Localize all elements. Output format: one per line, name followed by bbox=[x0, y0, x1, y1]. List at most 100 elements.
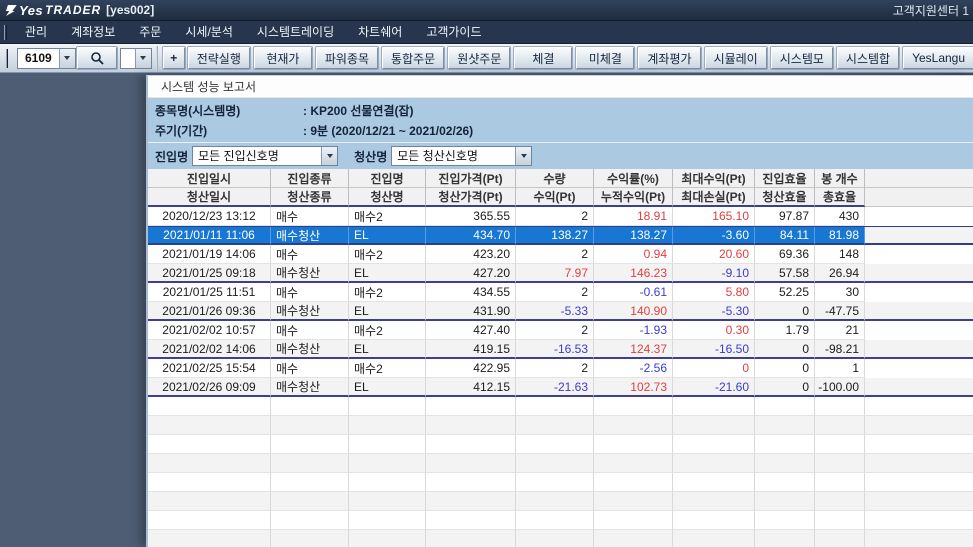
trade-cell: 30 bbox=[815, 283, 865, 302]
dropdown-arrow-icon[interactable] bbox=[135, 49, 151, 68]
add-button[interactable]: + bbox=[163, 47, 185, 69]
empty-cell bbox=[594, 492, 673, 511]
trade-cell: EL bbox=[349, 227, 426, 245]
row-filler bbox=[865, 416, 973, 435]
trade-row[interactable]: 2021/02/02 14:06매수청산EL419.15-16.53124.37… bbox=[148, 340, 973, 359]
column-header: 진입가격(Pt) bbox=[426, 169, 516, 188]
trade-row[interactable]: 2021/01/26 09:36매수청산EL431.90-5.33140.90-… bbox=[148, 302, 973, 321]
row-filler bbox=[865, 359, 973, 378]
empty-cell bbox=[426, 473, 516, 492]
trade-cell: 365.55 bbox=[426, 207, 516, 226]
trade-row[interactable]: 2021/01/11 11:06매수청산EL434.70138.27138.27… bbox=[148, 226, 973, 245]
empty-cell bbox=[673, 473, 755, 492]
account-label: [yes002] bbox=[106, 3, 154, 17]
trade-cell: 165.10 bbox=[673, 207, 755, 226]
row-filler bbox=[865, 227, 973, 245]
toolbar-button[interactable]: 시뮬레이 bbox=[705, 47, 767, 69]
trade-cell: -21.60 bbox=[673, 378, 755, 397]
empty-cell bbox=[594, 454, 673, 473]
empty-cell bbox=[815, 435, 865, 454]
menubar: 관리계좌정보주문시세/분석시스템트레이딩차트쉐어고객가이드 bbox=[0, 21, 973, 44]
trade-cell: 148 bbox=[815, 245, 865, 264]
trade-cell: 81.98 bbox=[815, 227, 865, 245]
app-screen: Yes TRADER [yes002] 고객지원센터 1 관리계좌정보주문시세/… bbox=[0, 0, 973, 547]
exit-signal-select[interactable]: 모든 청산신호명 bbox=[391, 146, 532, 166]
menu-item[interactable]: 관리 bbox=[13, 21, 59, 44]
row-filler bbox=[865, 245, 973, 264]
trade-row[interactable]: 2020/12/23 13:12매수매수2365.55218.91165.109… bbox=[148, 207, 973, 226]
empty-cell bbox=[426, 435, 516, 454]
window-title: 시스템 성능 보고서 bbox=[148, 76, 973, 98]
dropdown-arrow-icon[interactable] bbox=[321, 147, 337, 165]
trade-cell: 2021/01/25 09:18 bbox=[148, 264, 271, 283]
toolbar-button[interactable]: 통합주문 bbox=[382, 47, 444, 69]
trade-row[interactable]: 2021/02/25 15:54매수매수2422.952-2.56001 bbox=[148, 359, 973, 378]
trade-cell: 매수 bbox=[271, 207, 349, 226]
toolbar-grip[interactable] bbox=[6, 49, 8, 68]
empty-cell bbox=[426, 416, 516, 435]
toolbar-button[interactable]: 체결 bbox=[514, 47, 572, 69]
empty-cell bbox=[673, 454, 755, 473]
trade-row[interactable]: 2021/02/02 10:57매수매수2427.402-1.930.301.7… bbox=[148, 321, 973, 340]
toolbar-button[interactable]: 계좌평가 bbox=[638, 47, 700, 69]
search-button[interactable] bbox=[77, 47, 117, 69]
row-filler bbox=[865, 492, 973, 511]
trade-cell: 69.36 bbox=[755, 245, 815, 264]
symbol-search-combo[interactable] bbox=[120, 48, 152, 69]
menu-item[interactable]: 계좌정보 bbox=[59, 21, 127, 44]
menubar-grip[interactable] bbox=[4, 25, 7, 40]
header-filler bbox=[865, 188, 973, 207]
column-header: 청산일시 bbox=[148, 188, 271, 207]
column-header: 진입일시 bbox=[148, 169, 271, 188]
menu-item[interactable]: 주문 bbox=[127, 21, 173, 44]
entry-signal-select[interactable]: 모든 진입신호명 bbox=[192, 146, 338, 166]
empty-cell bbox=[594, 530, 673, 547]
row-filler bbox=[865, 283, 973, 302]
toolbar-button[interactable]: 현재가 bbox=[254, 47, 312, 69]
empty-cell bbox=[815, 416, 865, 435]
trade-cell: -16.53 bbox=[516, 340, 594, 359]
empty-cell bbox=[755, 473, 815, 492]
screen-number-combo[interactable]: 6109 bbox=[17, 48, 76, 69]
empty-cell bbox=[148, 511, 271, 530]
menu-item[interactable]: 시세/분석 bbox=[173, 21, 245, 44]
trade-row[interactable]: 2021/01/19 14:06매수매수2423.2020.9420.6069.… bbox=[148, 245, 973, 264]
menu-item[interactable]: 시스템트레이딩 bbox=[245, 21, 346, 44]
trade-cell: 430 bbox=[815, 207, 865, 226]
empty-cell bbox=[349, 511, 426, 530]
column-header: 수량 bbox=[516, 169, 594, 188]
empty-cell bbox=[148, 454, 271, 473]
trade-cell: 0 bbox=[755, 378, 815, 397]
trade-cell: 138.27 bbox=[594, 227, 673, 245]
row-filler bbox=[865, 473, 973, 492]
trade-row[interactable]: 2021/01/25 09:18매수청산EL427.207.97146.23-9… bbox=[148, 264, 973, 283]
toolbar-button[interactable]: YesLangu bbox=[903, 47, 973, 69]
row-filler bbox=[865, 511, 973, 530]
toolbar-button[interactable]: 미체결 bbox=[576, 47, 634, 69]
trade-cell: 2021/01/25 11:51 bbox=[148, 283, 271, 302]
toolbar-button[interactable]: 파워종목 bbox=[316, 47, 378, 69]
column-header: 봉 개수 bbox=[815, 169, 865, 188]
empty-cell bbox=[755, 511, 815, 530]
empty-cell bbox=[349, 397, 426, 416]
yestrader-logo-icon bbox=[4, 5, 17, 16]
column-header: 청산가격(Pt) bbox=[426, 188, 516, 207]
empty-cell bbox=[349, 530, 426, 547]
dropdown-arrow-icon[interactable] bbox=[515, 147, 531, 165]
trade-row[interactable]: 2021/01/25 11:51매수매수2434.552-0.615.8052.… bbox=[148, 283, 973, 302]
toolbar-button[interactable]: 원샷주문 bbox=[448, 47, 510, 69]
trade-cell: 18.91 bbox=[594, 207, 673, 226]
trade-row[interactable]: 2021/02/26 09:09매수청산EL412.15-21.63102.73… bbox=[148, 378, 973, 397]
trade-cell: 434.55 bbox=[426, 283, 516, 302]
trade-cell: -5.30 bbox=[673, 302, 755, 321]
menu-item[interactable]: 고객가이드 bbox=[414, 21, 493, 44]
toolbar-button[interactable]: 시스템모 bbox=[771, 47, 833, 69]
empty-cell bbox=[426, 397, 516, 416]
performance-report-window: 시스템 성능 보고서 종목명(시스템명) : KP200 선물연결(잡) 주기(… bbox=[146, 75, 973, 547]
logo-trader: TRADER bbox=[45, 3, 101, 17]
empty-cell bbox=[594, 473, 673, 492]
dropdown-arrow-icon[interactable] bbox=[59, 49, 75, 68]
menu-item[interactable]: 차트쉐어 bbox=[346, 21, 414, 44]
toolbar-button[interactable]: 시스템합 bbox=[837, 47, 899, 69]
toolbar-button[interactable]: 전략실행 bbox=[188, 47, 250, 69]
